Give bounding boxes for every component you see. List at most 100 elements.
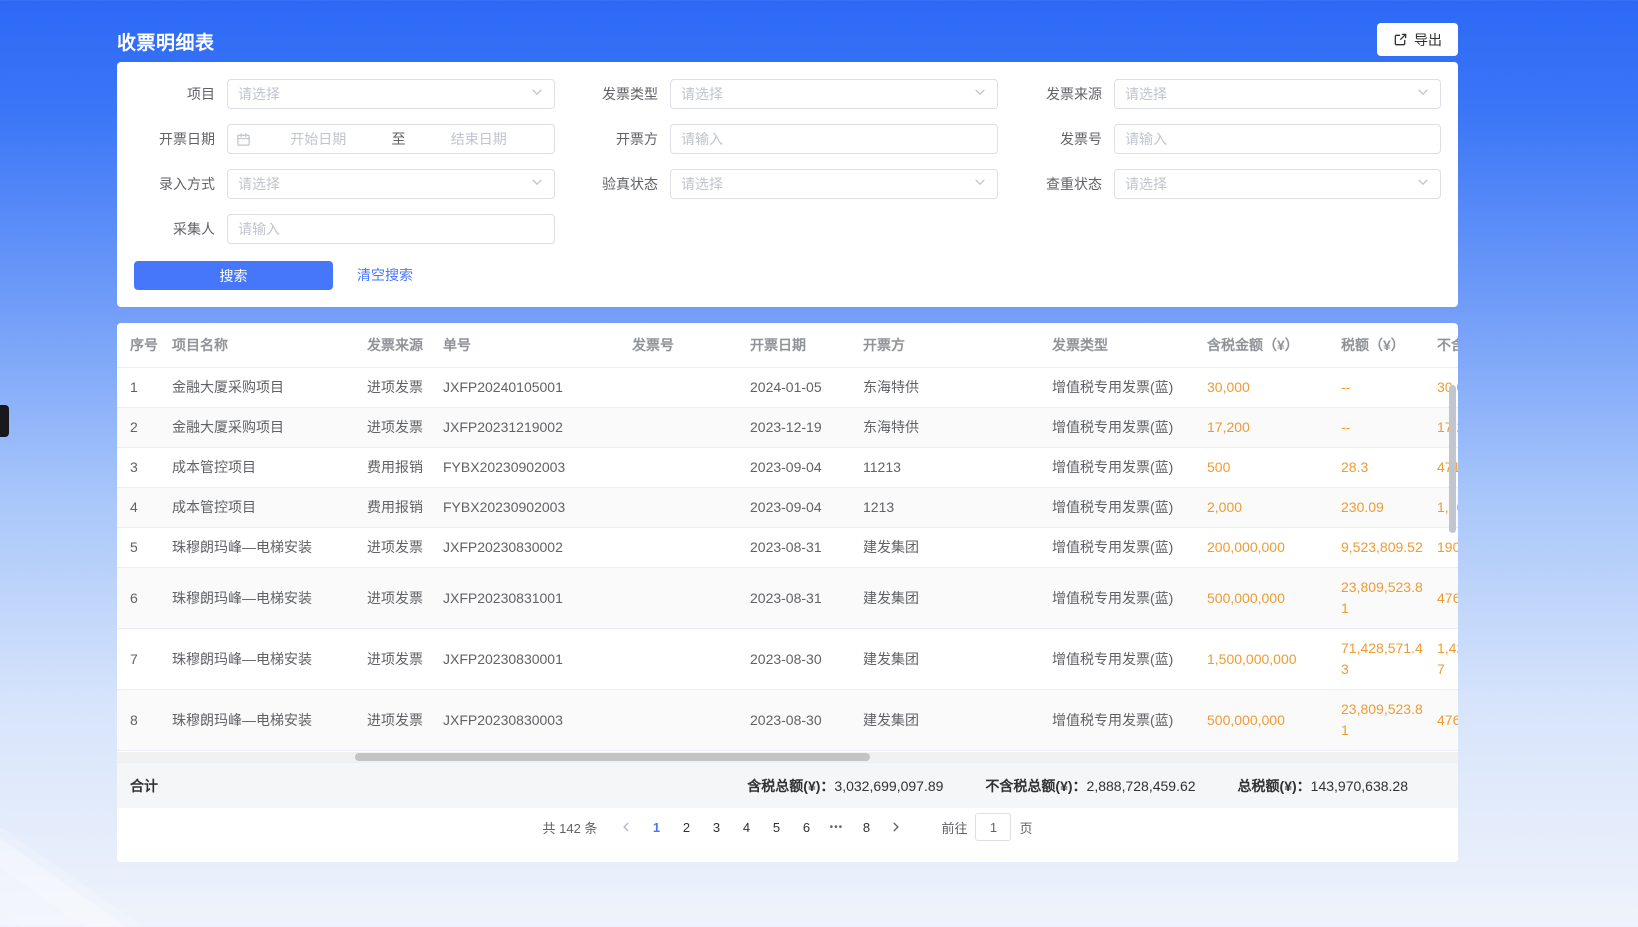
- table-row[interactable]: 1金融大厦采购项目进项发票JXFP202401050012024-01-05东海…: [117, 368, 1458, 408]
- goto-page-input[interactable]: [975, 813, 1011, 841]
- calendar-icon: [236, 132, 251, 147]
- invoice-date-range-picker[interactable]: 开始日期 至 结束日期: [227, 124, 555, 154]
- page-8[interactable]: 8: [853, 814, 879, 840]
- cell-index: 5: [117, 528, 172, 567]
- invoice-source-select[interactable]: 请选择: [1114, 79, 1441, 109]
- cell-amount-excl-tax: 476,190,476.19: [1437, 701, 1458, 740]
- cell-index: 2: [117, 408, 172, 447]
- cell-index: 8: [117, 701, 172, 740]
- cell-tax: --: [1341, 368, 1437, 407]
- verify-status-select[interactable]: 请选择: [670, 169, 998, 199]
- page-2[interactable]: 2: [673, 814, 699, 840]
- export-button[interactable]: 导出: [1377, 23, 1458, 56]
- chevron-down-icon: [1416, 175, 1430, 194]
- clear-search-button[interactable]: 清空搜索: [357, 261, 413, 290]
- search-button[interactable]: 搜索: [134, 261, 333, 290]
- cell-source: 进项发票: [367, 640, 443, 679]
- cell-date: 2024-01-05: [750, 368, 863, 407]
- chevron-down-icon: [1416, 85, 1430, 104]
- cell-invoice-no: [632, 459, 750, 477]
- cell-type: 增值税专用发票(蓝): [1052, 640, 1207, 679]
- collector-input[interactable]: [238, 221, 544, 237]
- date-separator: 至: [386, 129, 412, 149]
- goto-label: 前往: [941, 818, 967, 837]
- col-header-amount-incl-tax: 含税金额（¥）: [1207, 335, 1341, 356]
- cell-amount-incl-tax: 1,500,000,000: [1207, 640, 1341, 679]
- cell-amount-excl-tax: 1,428,571,428.57: [1437, 629, 1458, 689]
- vertical-scrollbar-thumb[interactable]: [1449, 385, 1456, 533]
- cell-type: 增值税专用发票(蓝): [1052, 448, 1207, 487]
- next-page-button[interactable]: [883, 814, 909, 840]
- cell-invoice-no: [632, 379, 750, 397]
- table-row[interactable]: 4成本管控项目费用报销FYBX202309020032023-09-041213…: [117, 488, 1458, 528]
- col-header-tax: 税额（¥）: [1341, 335, 1437, 356]
- cell-order-no: FYBX20230902003: [443, 488, 632, 527]
- prev-page-button[interactable]: [613, 814, 639, 840]
- page-list: 123456•••8: [643, 814, 879, 840]
- cell-project: 珠穆朗玛峰—电梯安装: [172, 701, 367, 740]
- invoice-table-panel: 序号项目名称发票来源单号发票号开票日期开票方发票类型含税金额（¥）税额（¥）不含…: [117, 323, 1458, 862]
- cell-project: 金融大厦采购项目: [172, 408, 367, 447]
- page-5[interactable]: 5: [763, 814, 789, 840]
- page-ellipsis[interactable]: •••: [823, 814, 849, 840]
- issuer-input-wrap: [670, 124, 998, 154]
- project-select[interactable]: 请选择: [227, 79, 555, 109]
- table-row[interactable]: 2金融大厦采购项目进项发票JXFP202312190022023-12-19东海…: [117, 408, 1458, 448]
- cell-invoice-no: [632, 539, 750, 557]
- cell-tax: 230.09: [1341, 488, 1437, 527]
- cell-amount-incl-tax: 30,000: [1207, 368, 1341, 407]
- verify-status-label: 验真状态: [568, 169, 658, 199]
- cell-invoice-no: [632, 711, 750, 729]
- page-6[interactable]: 6: [793, 814, 819, 840]
- goto-page-group: 前往 页: [941, 813, 1032, 841]
- cell-date: 2023-08-31: [750, 528, 863, 567]
- pagination-total: 共 142 条: [543, 818, 598, 837]
- invoice-no-input-wrap: [1114, 124, 1441, 154]
- cell-project: 成本管控项目: [172, 488, 367, 527]
- table-row[interactable]: 8珠穆朗玛峰—电梯安装进项发票JXFP202308300032023-08-30…: [117, 690, 1458, 751]
- invoice-type-select[interactable]: 请选择: [670, 79, 998, 109]
- summary-incl-tax: 含税总额(¥)：3,032,699,097.89: [747, 776, 943, 796]
- cell-project: 成本管控项目: [172, 448, 367, 487]
- cell-project: 珠穆朗玛峰—电梯安装: [172, 579, 367, 618]
- page-1[interactable]: 1: [643, 814, 669, 840]
- table-row[interactable]: 7珠穆朗玛峰—电梯安装进项发票JXFP202308300012023-08-30…: [117, 629, 1458, 690]
- horizontal-scrollbar-track[interactable]: [117, 752, 1458, 762]
- cell-order-no: JXFP20230830003: [443, 701, 632, 740]
- table-row[interactable]: 3成本管控项目费用报销FYBX202309020032023-09-041121…: [117, 448, 1458, 488]
- project-label: 项目: [125, 79, 215, 109]
- col-header-date: 开票日期: [750, 335, 863, 356]
- cell-amount-incl-tax: 17,200: [1207, 408, 1341, 447]
- collector-input-wrap: [227, 214, 555, 244]
- cell-issuer: 建发集团: [863, 579, 1052, 618]
- summary-total-label: 合计: [130, 776, 158, 796]
- entry-method-select[interactable]: 请选择: [227, 169, 555, 199]
- cell-tax: 23,809,523.81: [1341, 568, 1437, 628]
- cell-source: 费用报销: [367, 488, 443, 527]
- invoice-no-input[interactable]: [1125, 131, 1430, 147]
- table-row[interactable]: 5珠穆朗玛峰—电梯安装进项发票JXFP202308300022023-08-31…: [117, 528, 1458, 568]
- cell-source: 进项发票: [367, 368, 443, 407]
- issuer-input[interactable]: [681, 131, 987, 147]
- cell-invoice-no: [632, 499, 750, 517]
- entry-method-label: 录入方式: [125, 169, 215, 199]
- table-row[interactable]: 6珠穆朗玛峰—电梯安装进项发票JXFP202308310012023-08-31…: [117, 568, 1458, 629]
- cell-tax: 28.3: [1341, 448, 1437, 487]
- chevron-down-icon: [973, 85, 987, 104]
- table-body: 1金融大厦采购项目进项发票JXFP202401050012024-01-05东海…: [117, 368, 1458, 751]
- col-header-project: 项目名称: [172, 335, 367, 356]
- cell-invoice-no: [632, 589, 750, 607]
- dup-status-select[interactable]: 请选择: [1114, 169, 1441, 199]
- drawer-handle[interactable]: [0, 405, 9, 437]
- page-4[interactable]: 4: [733, 814, 759, 840]
- horizontal-scrollbar-thumb[interactable]: [355, 753, 870, 761]
- cell-amount-incl-tax: 500,000,000: [1207, 701, 1341, 740]
- cell-amount-incl-tax: 500: [1207, 448, 1341, 487]
- cell-issuer: 1213: [863, 488, 1052, 527]
- summary-excl-tax: 不含税总额(¥)：2,888,728,459.62: [985, 776, 1195, 796]
- collector-label: 采集人: [125, 214, 215, 244]
- cell-source: 进项发票: [367, 528, 443, 567]
- cell-index: 1: [117, 368, 172, 407]
- cell-amount-incl-tax: 500,000,000: [1207, 579, 1341, 618]
- page-3[interactable]: 3: [703, 814, 729, 840]
